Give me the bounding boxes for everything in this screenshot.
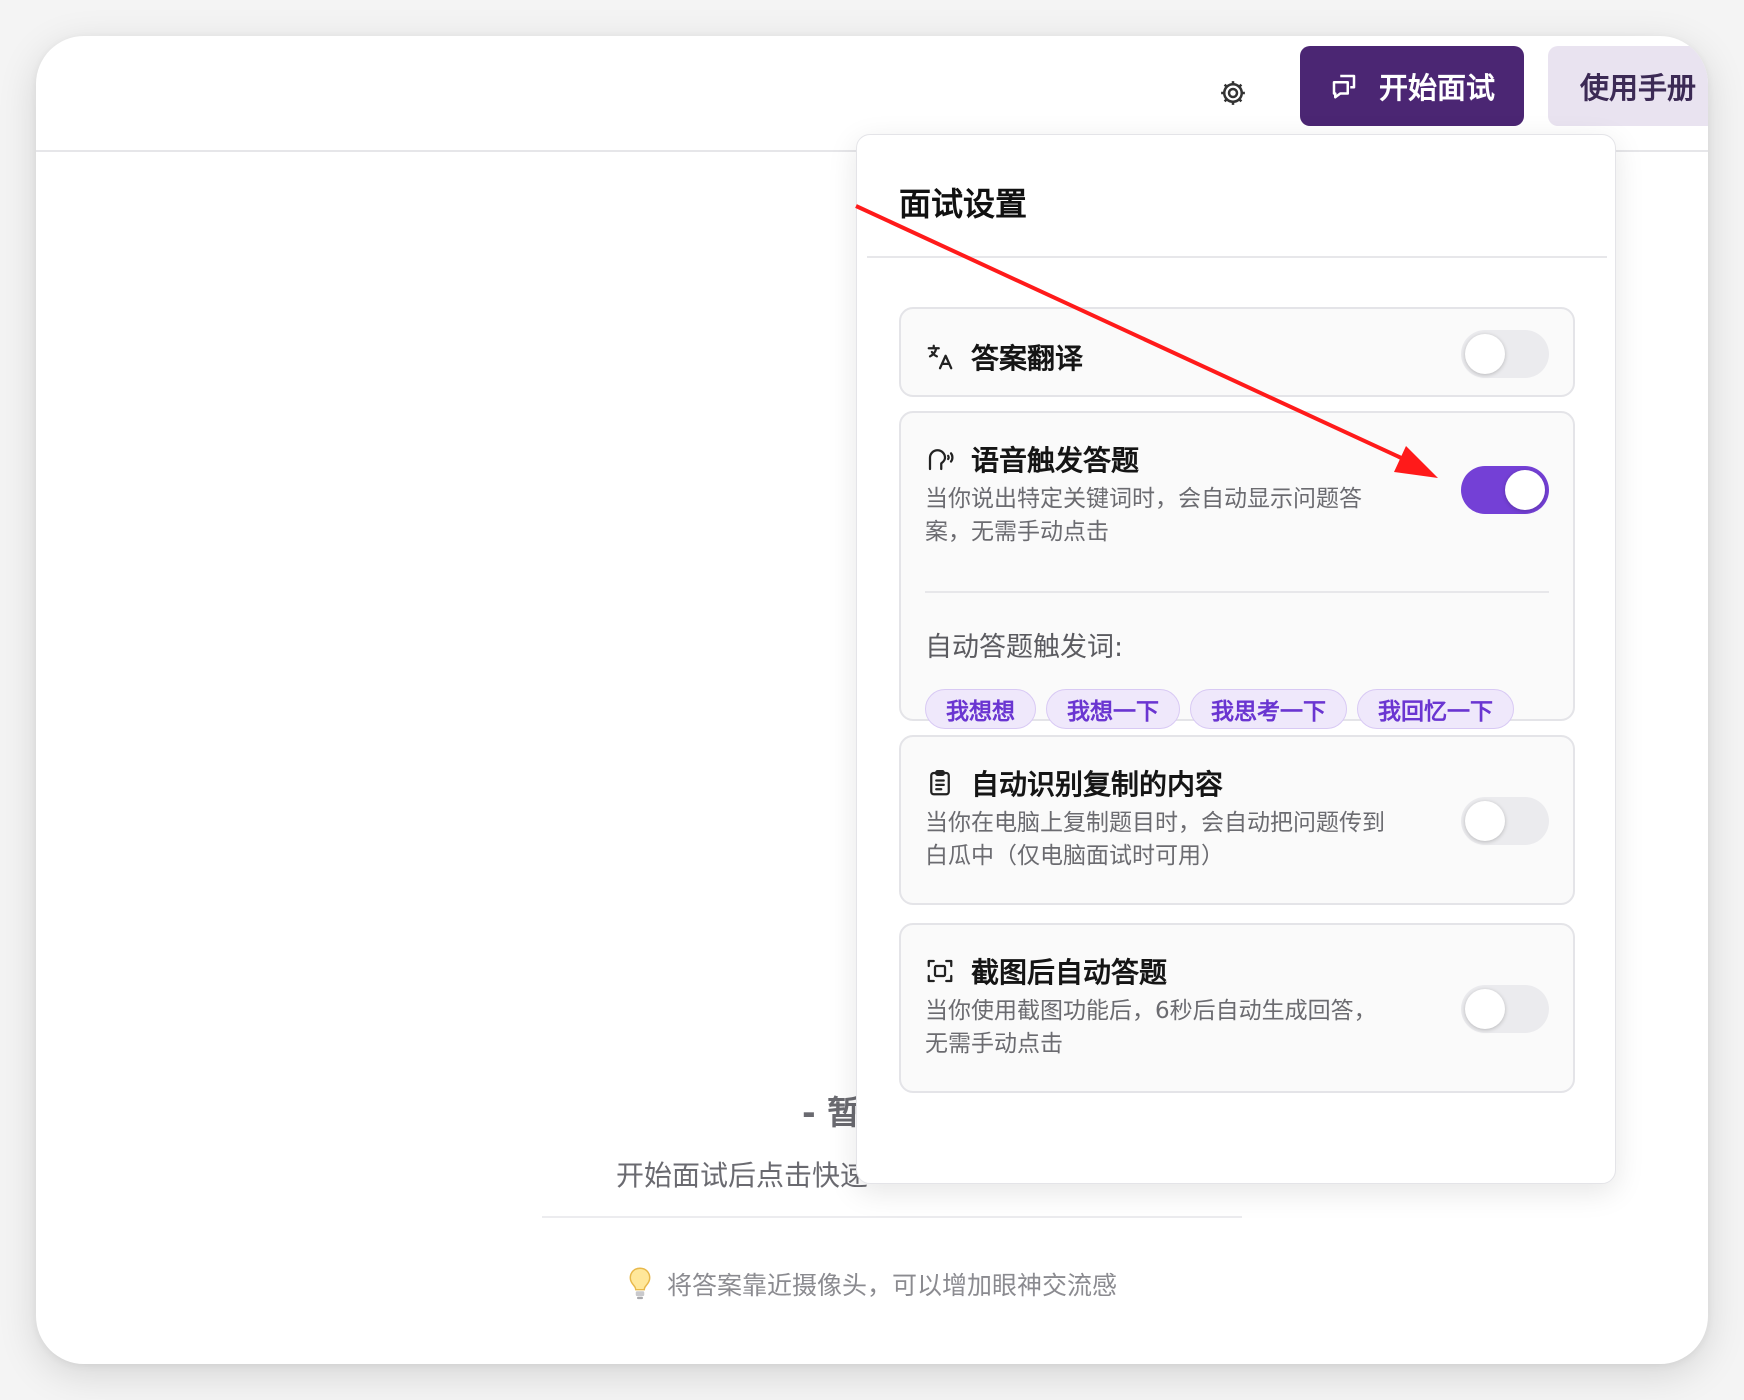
camera-tip: 将答案靠近摄像头，可以增加眼神交流感	[36, 1266, 1708, 1302]
toggle-knob	[1505, 470, 1545, 510]
empty-state-title: - 暂	[802, 1093, 861, 1132]
trigger-word-chip[interactable]: 我想想	[925, 689, 1036, 729]
trigger-words-label: 自动答题触发词:	[925, 632, 1124, 663]
setting-label: 答案翻译	[971, 342, 1084, 375]
lightbulb-icon	[629, 1267, 651, 1300]
card-divider	[925, 591, 1549, 593]
translate-icon	[925, 342, 955, 372]
toggle-knob	[1465, 334, 1505, 374]
panel-title: 面试设置	[899, 185, 1028, 223]
screenshot-icon	[925, 956, 955, 986]
setting-label: 自动识别复制的内容	[971, 768, 1224, 801]
empty-state-hint: 开始面试后点击快速	[616, 1159, 869, 1192]
setting-answer-translation: 答案翻译	[899, 307, 1575, 397]
setting-description: 当你在电脑上复制题目时，会自动把问题传到白瓜中（仅电脑面试时可用）	[925, 810, 1385, 869]
voice-trigger-toggle[interactable]	[1461, 466, 1549, 514]
panel-divider	[867, 256, 1607, 258]
answer-translation-toggle[interactable]	[1461, 330, 1549, 378]
toggle-knob	[1465, 801, 1505, 841]
setting-label: 截图后自动答题	[971, 956, 1168, 989]
setting-voice-trigger: 语音触发答题 当你说出特定关键词时，会自动显示问题答案，无需手动点击 自动答题触…	[899, 411, 1575, 729]
chat-bubble-icon	[1332, 74, 1356, 99]
setting-description: 当你说出特定关键词时，会自动显示问题答案，无需手动点击	[925, 486, 1362, 545]
content-divider	[542, 1216, 1242, 1218]
setting-description: 当你使用截图功能后，6秒后自动生成回答，无需手动点击	[925, 998, 1377, 1057]
setting-label: 语音触发答题	[971, 444, 1140, 477]
trigger-word-chip[interactable]: 我思考一下	[1190, 689, 1347, 729]
trigger-words-list: 我想想 我想一下 我思考一下 我回忆一下	[925, 689, 1514, 729]
toggle-knob	[1465, 989, 1505, 1029]
settings-button[interactable]	[1208, 68, 1258, 118]
user-manual-button[interactable]: 使用手册	[1548, 46, 1708, 126]
clipboard-detect-toggle[interactable]	[1461, 797, 1549, 845]
screenshot-answer-toggle[interactable]	[1461, 985, 1549, 1033]
user-manual-label: 使用手册	[1580, 71, 1697, 105]
start-interview-label: 开始面试	[1378, 71, 1495, 105]
voice-icon	[925, 444, 955, 474]
trigger-word-chip[interactable]: 我想一下	[1046, 689, 1180, 729]
trigger-word-chip[interactable]: 我回忆一下	[1357, 689, 1514, 729]
clipboard-icon	[925, 768, 955, 798]
interview-settings-panel: 面试设置 答案翻译 语音触发答题 当你说出特定关键词时，会自动显示问题答案，无需…	[856, 134, 1616, 1184]
start-interview-button[interactable]: 开始面试	[1300, 46, 1524, 126]
tip-text: 将答案靠近摄像头，可以增加眼神交流感	[666, 1271, 1117, 1300]
gear-icon	[1221, 81, 1245, 105]
setting-clipboard-detect: 自动识别复制的内容 当你在电脑上复制题目时，会自动把问题传到白瓜中（仅电脑面试时…	[899, 735, 1575, 905]
setting-screenshot-answer: 截图后自动答题 当你使用截图功能后，6秒后自动生成回答，无需手动点击	[899, 923, 1575, 1093]
